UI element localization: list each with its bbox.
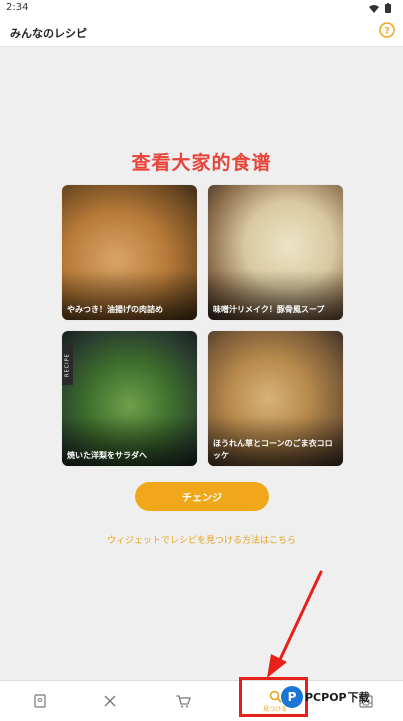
utensils-icon bbox=[104, 695, 116, 707]
app-bar: みんなのレシピ ? bbox=[0, 17, 403, 47]
recipe-card[interactable]: ほうれん草とコーンのごま衣コロッケ bbox=[208, 331, 343, 466]
recipe-card[interactable]: RECIPE 焼いた洋梨をサラダへ bbox=[62, 331, 197, 466]
system-icons bbox=[369, 3, 391, 13]
change-button[interactable]: チェンジ bbox=[135, 482, 269, 511]
watermark-text-cn: 下载 bbox=[347, 691, 370, 704]
annotation-arrow bbox=[267, 570, 323, 678]
watermark-text: PCPOP bbox=[305, 690, 347, 704]
wifi-icon bbox=[369, 4, 379, 13]
status-time: 2:34 bbox=[6, 2, 29, 13]
recipe-book-icon bbox=[34, 694, 46, 708]
help-symbol: ? bbox=[384, 27, 389, 37]
recipe-card-title: やみつき！油揚げの肉詰め bbox=[67, 305, 163, 314]
nav-item-shopping[interactable] bbox=[143, 681, 223, 721]
help-icon[interactable]: ? bbox=[379, 22, 395, 38]
recipe-card-title: ほうれん草とコーンのごま衣コロッケ bbox=[213, 439, 333, 460]
recipe-tag: RECIPE bbox=[62, 345, 73, 385]
watermark-logo: P bbox=[281, 686, 303, 708]
recipe-card[interactable]: やみつき！油揚げの肉詰め bbox=[62, 185, 197, 320]
app-title: みんなのレシピ bbox=[10, 27, 87, 40]
battery-icon bbox=[385, 3, 391, 13]
page-headline: 查看大家的食谱 bbox=[131, 152, 272, 174]
nav-item-cooking[interactable] bbox=[70, 681, 150, 721]
widget-help-link[interactable]: ウィジェットでレシピを見つける方法はこちら bbox=[0, 533, 403, 546]
nav-item-recipes[interactable] bbox=[0, 681, 80, 721]
cart-icon bbox=[176, 694, 191, 707]
status-bar: 2:34 bbox=[0, 0, 403, 17]
recipe-card[interactable]: 味噌汁リメイク！豚骨風スープ bbox=[208, 185, 343, 320]
watermark: P PCPOP 下载 bbox=[281, 686, 370, 708]
recipe-card-title: 焼いた洋梨をサラダへ bbox=[67, 451, 147, 460]
recipe-card-title: 味噌汁リメイク！豚骨風スープ bbox=[213, 305, 325, 314]
